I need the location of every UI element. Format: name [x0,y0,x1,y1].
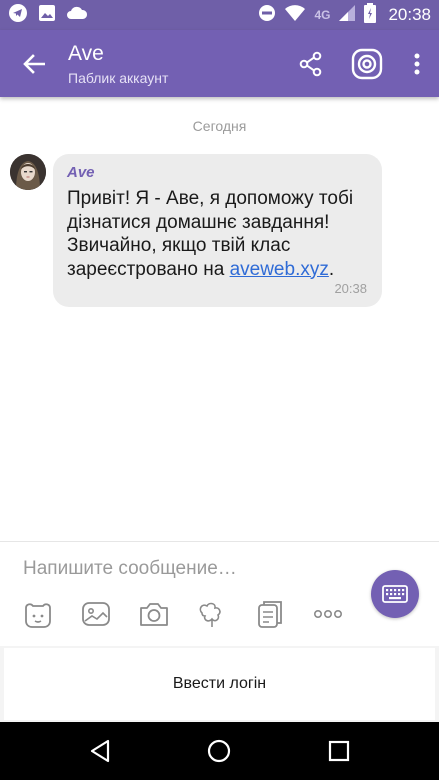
viber-icon [351,48,383,79]
composer-toolbar [0,598,360,630]
app-bar: Ave Паблик аккаунт [0,30,439,97]
gallery-button[interactable] [80,598,112,630]
keyboard-button[interactable] [371,570,419,618]
status-bar: 4G 20:38 [0,0,439,30]
cloud-icon [66,5,88,26]
gif-icon [258,601,282,628]
page-subtitle: Паблик аккаунт [68,69,169,86]
public-account-button[interactable] [339,30,395,97]
avatar[interactable] [10,154,46,190]
header-actions [283,30,439,97]
clock: 20:38 [388,5,431,24]
share-icon [299,51,322,76]
status-right-icons: 4G 20:38 [258,2,431,28]
nav-home-icon [208,739,231,763]
doodle-icon [199,602,221,627]
nav-home-button[interactable] [189,722,249,780]
status-left-icons [8,3,88,28]
gallery-icon [82,602,110,626]
share-button[interactable] [283,30,339,97]
chat-area[interactable]: Сегодня Ave Привіт! Я - Аве, я допоможу … [0,97,439,541]
message-sender: Ave [67,164,95,181]
bot-keyboard: Ввести логін [0,646,439,722]
keyboard-icon [382,585,408,603]
nav-recents-button[interactable] [309,722,369,780]
camera-icon [140,603,168,626]
back-button[interactable] [0,30,68,97]
message-text-end: . [328,258,335,280]
image-icon [38,4,56,27]
network-type: 4G [314,8,331,22]
sticker-icon [25,603,51,628]
date-separator: Сегодня [192,118,247,134]
more-icon [414,53,420,74]
login-button[interactable]: Ввести логін [4,648,435,720]
nav-recents-icon [329,740,350,762]
system-nav-bar [0,722,439,780]
more-button[interactable] [395,30,439,97]
doodle-button[interactable] [196,598,228,630]
telegram-icon [8,3,28,28]
arrow-back-icon [23,53,45,74]
message-composer: Напишите сообщение… [0,541,439,646]
battery-icon [364,2,377,28]
message-bubble[interactable]: Ave Привіт! Я - Аве, я допоможу тобі діз… [53,154,382,307]
more-options-icon [313,609,342,619]
signal-icon [338,4,356,27]
message-text: Привіт! Я - Аве, я допоможу тобі дізнати… [67,187,368,281]
gif-button[interactable] [254,598,286,630]
header-titles[interactable]: Ave Паблик аккаунт [68,42,168,86]
nav-back-icon [90,739,109,763]
camera-button[interactable] [138,598,170,630]
sticker-button[interactable] [22,598,54,630]
page-title: Ave [68,41,104,65]
message-time: 20:38 [334,281,367,296]
message-link[interactable]: aveweb.xyz [230,259,329,280]
message-input[interactable]: Напишите сообщение… [23,558,237,580]
more-options-button[interactable] [312,598,344,630]
nav-back-button[interactable] [70,722,130,780]
dnd-icon [258,4,276,27]
wifi-icon [284,4,306,27]
